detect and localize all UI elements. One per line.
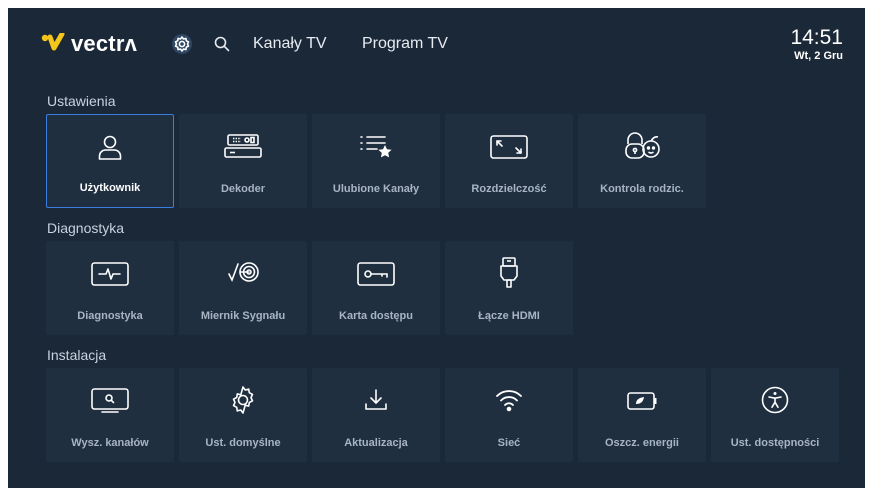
user-icon — [47, 133, 173, 161]
wifi-icon — [445, 386, 573, 414]
section-title-installation: Instalacja — [47, 347, 107, 363]
tile-label: Rozdzielczość — [471, 183, 547, 195]
section-title-diagnostics: Diagnostyka — [47, 220, 125, 236]
tile-network[interactable]: Sieć — [445, 368, 573, 462]
hdmi-icon — [445, 257, 573, 288]
tile-resolution[interactable]: Rozdzielczość — [445, 114, 573, 208]
nav-program-link[interactable]: Program TV — [362, 35, 448, 53]
nav-channels-link[interactable]: Kanały TV — [253, 35, 327, 53]
search-icon[interactable] — [211, 33, 233, 55]
favorite-list-icon — [312, 132, 440, 160]
tile-label: Ust. dostępności — [730, 437, 820, 449]
tile-accessibility[interactable]: Ust. dostępności — [711, 368, 839, 462]
parental-control-icon — [578, 132, 706, 160]
tile-label: Wysz. kanałów — [71, 437, 149, 449]
top-bar: vectrʌ Kanały TV Program TV 14:51 Wt, 2 … — [8, 8, 865, 88]
vectra-logo: vectrʌ — [41, 30, 137, 58]
gear-icon — [179, 386, 307, 414]
settings-row: Użytkownik Dekoder Ulubione Kanały Rozdz… — [46, 114, 711, 208]
section-title-settings: Ustawienia — [47, 93, 116, 109]
tile-signal-meter[interactable]: Miernik Sygnału — [179, 241, 307, 335]
tile-update[interactable]: Aktualizacja — [312, 368, 440, 462]
tile-label: Karta dostępu — [339, 310, 413, 322]
tile-diagnostics[interactable]: Diagnostyka — [46, 241, 174, 335]
settings-gear-icon[interactable] — [171, 33, 193, 55]
tile-label: Miernik Sygnału — [200, 310, 286, 322]
tile-label: Dekoder — [220, 183, 266, 195]
tile-label: Łącze HDMI — [478, 310, 540, 322]
diagnostics-row: Diagnostyka Miernik Sygnału Karta dostęp… — [46, 241, 578, 335]
decoder-icon — [179, 132, 307, 160]
signal-meter-icon — [179, 259, 307, 287]
resolution-icon — [445, 132, 573, 160]
tile-label: Użytkownik — [79, 182, 141, 194]
settings-screen: vectrʌ Kanały TV Program TV 14:51 Wt, 2 … — [8, 8, 865, 488]
tile-label: Aktualizacja — [344, 437, 408, 449]
vectra-logo-mark-icon — [41, 33, 65, 55]
clock-date: Wt, 2 Gru — [794, 50, 843, 62]
tile-label: Sieć — [497, 437, 521, 449]
tile-hdmi[interactable]: Łącze HDMI — [445, 241, 573, 335]
tile-access-card[interactable]: Karta dostępu — [312, 241, 440, 335]
tile-default-settings[interactable]: Ust. domyślne — [179, 368, 307, 462]
pulse-icon — [46, 259, 174, 287]
clock-time: 14:51 — [790, 26, 843, 49]
tile-user[interactable]: Użytkownik — [46, 114, 174, 208]
download-icon — [312, 386, 440, 414]
tile-label: Ulubione Kanały — [332, 183, 420, 195]
battery-icon — [578, 386, 706, 414]
tile-favorite-channels[interactable]: Ulubione Kanały — [312, 114, 440, 208]
tile-parental-control[interactable]: Kontrola rodzic. — [578, 114, 706, 208]
tile-label: Oszcz. energii — [605, 437, 679, 449]
tile-label: Kontrola rodzic. — [600, 183, 684, 195]
tile-energy-saving[interactable]: Oszcz. energii — [578, 368, 706, 462]
logo-text: vectrʌ — [71, 31, 138, 56]
accessibility-icon — [711, 386, 839, 414]
tile-label: Ust. domyślne — [205, 437, 281, 449]
channel-search-icon — [46, 386, 174, 414]
access-card-icon — [312, 259, 440, 287]
tile-channel-search[interactable]: Wysz. kanałów — [46, 368, 174, 462]
installation-row: Wysz. kanałów Ust. domyślne Aktualizacja — [46, 368, 844, 462]
clock: 14:51 Wt, 2 Gru — [790, 26, 843, 63]
tile-decoder[interactable]: Dekoder — [179, 114, 307, 208]
tile-label: Diagnostyka — [77, 310, 143, 322]
